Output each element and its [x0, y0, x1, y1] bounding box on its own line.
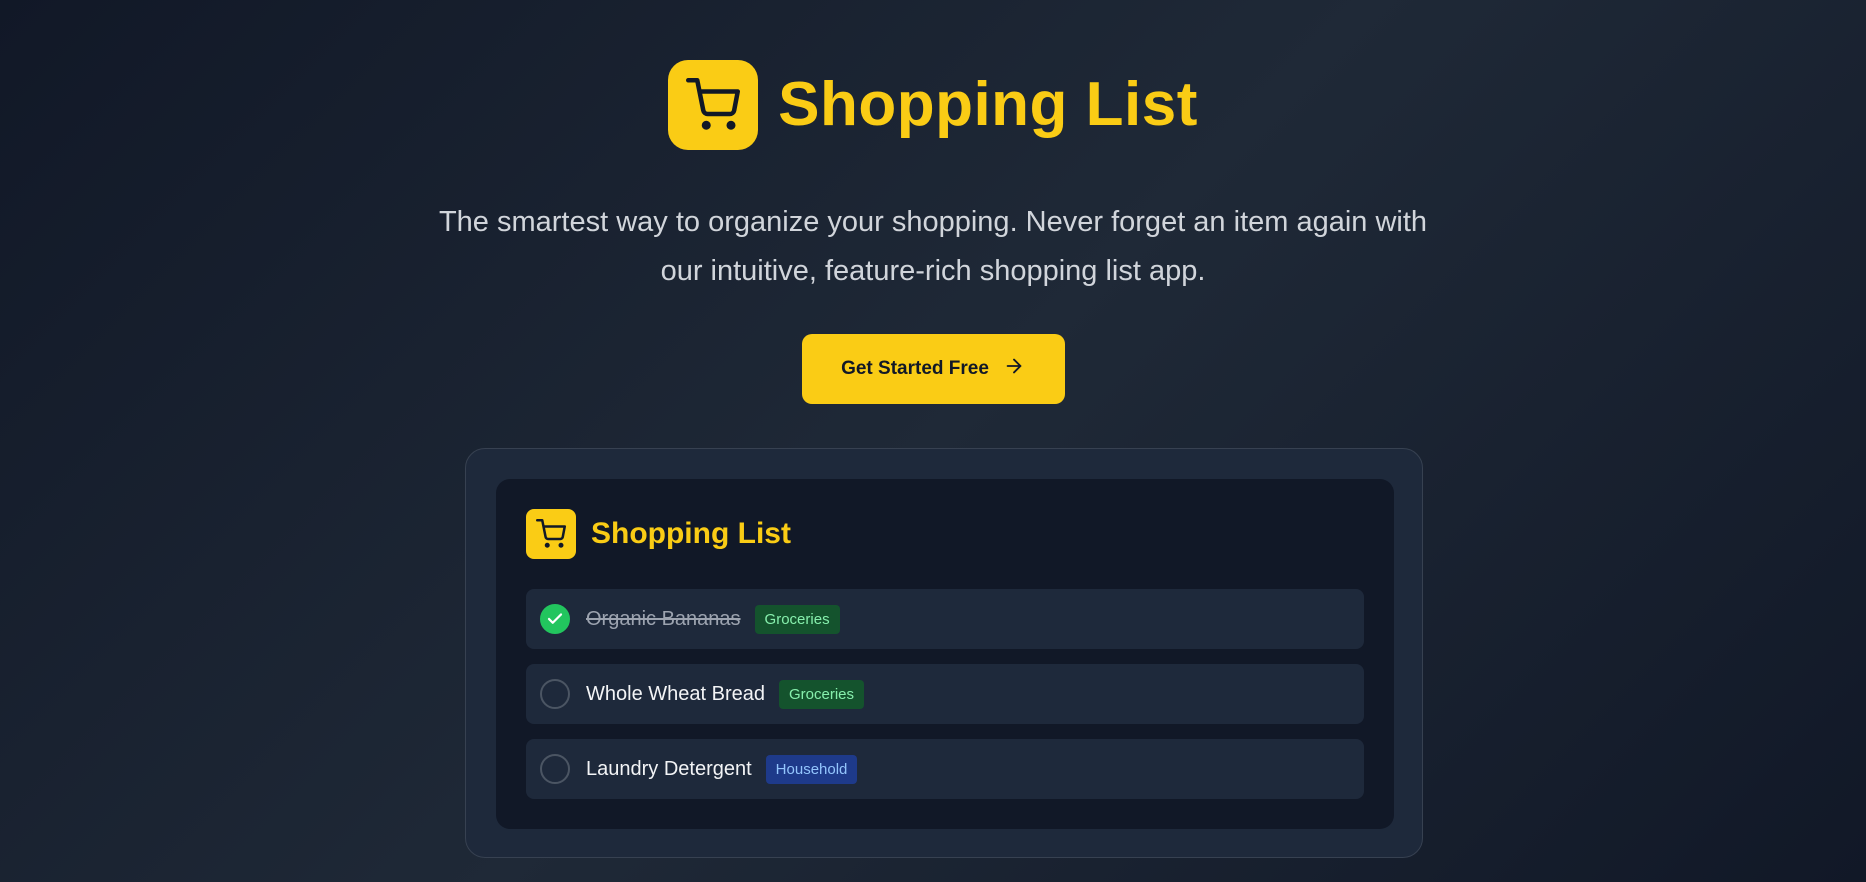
hero-tagline: The smartest way to organize your shoppi… [438, 206, 1428, 287]
list-item: Organic Bananas Groceries [526, 589, 1364, 649]
shopping-cart-icon [668, 60, 759, 150]
arrow-right-icon [1003, 355, 1025, 383]
category-tag: Groceries [754, 604, 840, 634]
app-preview-header: Shopping List [526, 509, 791, 559]
shopping-items-list: Organic Bananas Groceries Whole Wheat Br… [526, 589, 1364, 814]
list-item: Laundry Detergent Household [526, 739, 1364, 799]
checkbox-checked[interactable] [540, 604, 570, 634]
list-item: Whole Wheat Bread Groceries [526, 664, 1364, 724]
hero-section: Shopping List The smartest way to organi… [0, 0, 1866, 404]
item-name: Whole Wheat Bread [586, 682, 765, 705]
app-preview-frame: Shopping List Organic Bananas Groceries … [465, 448, 1423, 858]
item-name: Organic Bananas [586, 607, 741, 630]
checkbox-unchecked[interactable] [540, 679, 570, 709]
get-started-button[interactable]: Get Started Free [801, 334, 1065, 404]
checkbox-unchecked[interactable] [540, 754, 570, 784]
brand-row: Shopping List [668, 60, 1198, 150]
app-preview-title: Shopping List [591, 517, 791, 550]
category-tag: Household [765, 754, 858, 784]
page-title: Shopping List [778, 70, 1198, 139]
category-tag: Groceries [778, 679, 865, 709]
shopping-cart-icon [526, 509, 576, 559]
get-started-label: Get Started Free [841, 358, 989, 379]
checkmark-icon [547, 613, 563, 624]
app-preview-card: Shopping List Organic Bananas Groceries … [496, 479, 1394, 829]
item-name: Laundry Detergent [586, 757, 752, 780]
